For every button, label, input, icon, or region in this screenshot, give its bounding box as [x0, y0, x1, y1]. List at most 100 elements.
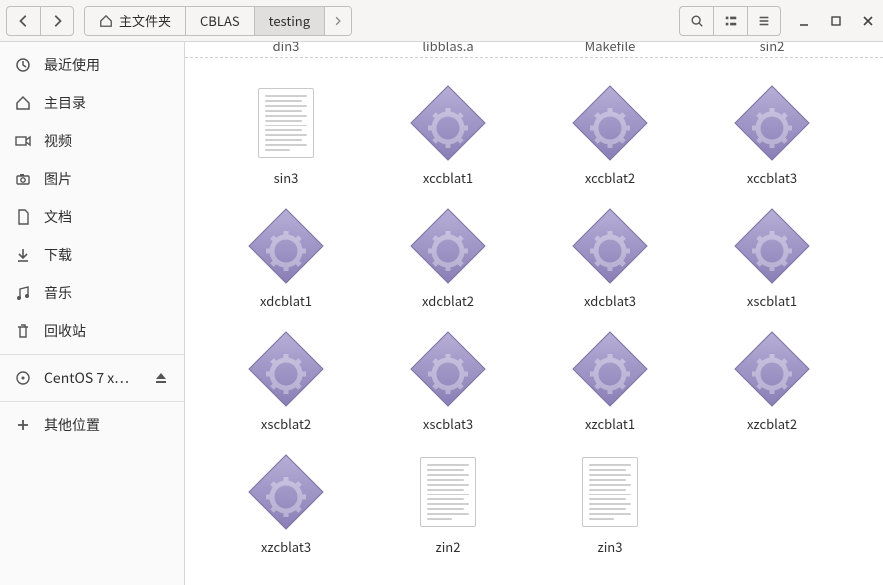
sidebar-item-home[interactable]: 主目录 [0, 84, 184, 122]
file-label: xzcblat2 [747, 414, 797, 433]
file-thumb [733, 330, 811, 408]
executable-icon [409, 207, 487, 285]
file-label: xccblat1 [423, 168, 473, 187]
sidebar-item-label: 其他位置 [44, 415, 100, 435]
file-item[interactable]: xccblat1 [367, 84, 529, 187]
file-thumb [409, 84, 487, 162]
file-item[interactable]: xdcblat3 [529, 207, 691, 310]
file-label: zin3 [598, 537, 623, 556]
sidebar-item-pictures[interactable]: 图片 [0, 160, 184, 198]
list-view-icon [724, 14, 738, 28]
file-thumb [733, 207, 811, 285]
file-item-partial[interactable]: libblas.a [367, 42, 529, 57]
file-label: xdcblat2 [422, 291, 474, 310]
sidebar-item-documents[interactable]: 文档 [0, 198, 184, 236]
executable-icon [571, 84, 649, 162]
chevron-right-icon [333, 16, 343, 26]
file-item[interactable]: xscblat3 [367, 330, 529, 433]
file-item[interactable]: zin2 [367, 453, 529, 556]
sidebar-item-videos[interactable]: 视频 [0, 122, 184, 160]
file-item[interactable]: xscblat2 [205, 330, 367, 433]
breadcrumb: 主文件夹 CBLAS testing [84, 6, 352, 36]
breadcrumb-segment-1[interactable]: testing [255, 7, 325, 35]
file-label: sin2 [760, 42, 785, 55]
search-icon [690, 14, 704, 28]
file-item[interactable]: xzcblat1 [529, 330, 691, 433]
file-thumb [571, 207, 649, 285]
sidebar-item-label: 视频 [44, 131, 72, 151]
video-icon [14, 133, 32, 149]
breadcrumb-root[interactable]: 主文件夹 [85, 7, 186, 35]
file-pane[interactable]: din3 libblas.a Makefile sin2 sin3 xccblat… [185, 42, 883, 585]
sidebar-item-downloads[interactable]: 下载 [0, 236, 184, 274]
file-item[interactable]: xccblat3 [691, 84, 853, 187]
doc-icon [14, 209, 32, 225]
sidebar-separator [0, 354, 184, 355]
sidebar-device-label: CentOS 7 x… [44, 368, 129, 388]
sidebar-item-music[interactable]: 音乐 [0, 274, 184, 312]
music-icon [14, 285, 32, 301]
disc-icon [14, 370, 32, 386]
forward-button[interactable] [40, 6, 74, 36]
executable-icon [247, 330, 325, 408]
close-button[interactable] [859, 12, 877, 30]
file-label: libblas.a [422, 42, 473, 55]
file-label: din3 [273, 42, 300, 55]
file-label: xzcblat3 [261, 537, 311, 556]
file-item-partial[interactable]: Makefile [529, 42, 691, 57]
file-thumb [247, 207, 325, 285]
view-toggle-button[interactable] [713, 6, 747, 36]
clock-icon [14, 57, 32, 73]
eject-button[interactable] [152, 370, 170, 386]
breadcrumb-segment-label: testing [269, 11, 310, 30]
text-file-icon [582, 457, 638, 527]
minimize-icon [798, 15, 810, 27]
file-thumb [409, 330, 487, 408]
file-label: zin2 [436, 537, 461, 556]
executable-icon [733, 84, 811, 162]
file-item[interactable]: xdcblat1 [205, 207, 367, 310]
partial-row: din3 libblas.a Makefile sin2 [185, 42, 883, 58]
close-icon [862, 15, 874, 27]
file-label: Makefile [585, 42, 636, 55]
sidebar-item-label: 下载 [44, 245, 72, 265]
sidebar-item-trash[interactable]: 回收站 [0, 312, 184, 350]
search-button[interactable] [679, 6, 713, 36]
file-item-partial[interactable]: din3 [205, 42, 367, 57]
camera-icon [14, 171, 32, 187]
file-item[interactable]: xccblat2 [529, 84, 691, 187]
toolbar: 主文件夹 CBLAS testing [0, 0, 883, 42]
file-item[interactable]: xzcblat3 [205, 453, 367, 556]
file-thumb [571, 453, 649, 531]
sidebar-device-0[interactable]: CentOS 7 x… [0, 359, 184, 397]
sidebar-item-label: 回收站 [44, 321, 86, 341]
executable-icon [733, 207, 811, 285]
breadcrumb-segment-0[interactable]: CBLAS [186, 7, 255, 35]
file-label: xscblat1 [747, 291, 797, 310]
sidebar-other-locations[interactable]: 其他位置 [0, 406, 184, 444]
sidebar-item-recent[interactable]: 最近使用 [0, 46, 184, 84]
sidebar: 最近使用 主目录 视频 图片 文档 下载 音乐 回收站 [0, 42, 185, 585]
back-button[interactable] [6, 6, 40, 36]
file-item[interactable]: sin3 [205, 84, 367, 187]
file-label: xdcblat1 [260, 291, 312, 310]
file-thumb [571, 330, 649, 408]
file-item[interactable]: xscblat1 [691, 207, 853, 310]
file-label: sin3 [274, 168, 299, 187]
file-item[interactable]: xzcblat2 [691, 330, 853, 433]
sidebar-item-label: 图片 [44, 169, 72, 189]
file-thumb [247, 453, 325, 531]
sidebar-separator [0, 401, 184, 402]
breadcrumb-overflow[interactable] [325, 7, 351, 35]
sidebar-item-label: 音乐 [44, 283, 72, 303]
file-item[interactable]: xdcblat2 [367, 207, 529, 310]
hamburger-button[interactable] [747, 6, 781, 36]
executable-icon [733, 330, 811, 408]
file-thumb [409, 207, 487, 285]
executable-icon [571, 330, 649, 408]
maximize-button[interactable] [827, 12, 845, 30]
file-item-partial[interactable]: sin2 [691, 42, 853, 57]
plus-icon [14, 417, 32, 433]
minimize-button[interactable] [795, 12, 813, 30]
file-item[interactable]: zin3 [529, 453, 691, 556]
